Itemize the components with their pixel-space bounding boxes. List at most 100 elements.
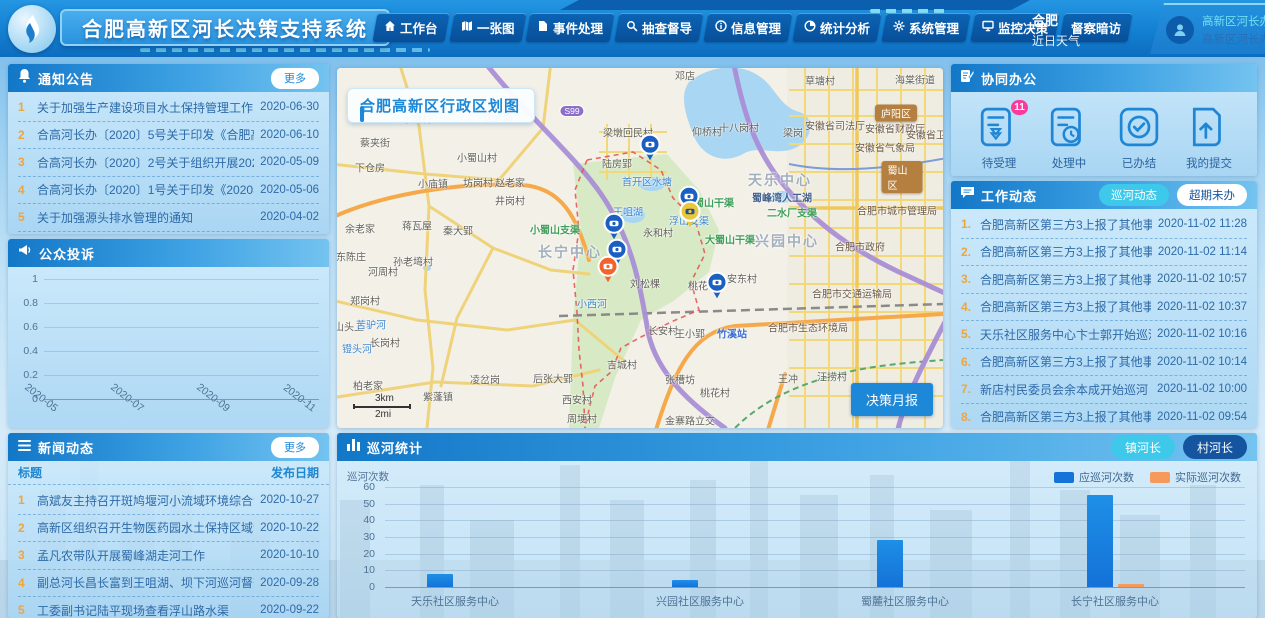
work-row[interactable]: 8.合肥高新区第三方3上报了其他事务2020-11-02 09:54 [961, 404, 1247, 429]
work-index: 2. [961, 245, 974, 259]
header-decor-band [560, 0, 1030, 10]
notices-panel: 通知公告 更多 1关于加强生产建设项目水土保持管理工作的函2020-06-302… [8, 64, 329, 234]
weather-widget[interactable]: 合肥 近日天气 [1032, 10, 1080, 49]
notice-row[interactable]: 1关于加强生产建设项目水土保持管理工作的函2020-06-30 [18, 94, 319, 122]
news-row[interactable]: 3孟凡农带队开展蜀峰湖走河工作2020-10-10 [18, 542, 319, 570]
weather-label: 近日天气 [1032, 32, 1080, 49]
notice-index: 1 [18, 100, 31, 114]
nav-item-6[interactable]: 统计分析 [793, 13, 882, 42]
notice-date: 2020-04-02 [260, 211, 319, 223]
complaints-gridline [44, 303, 319, 304]
map-marker-yellow[interactable] [678, 200, 702, 233]
nav-item-1[interactable]: 工作台 [372, 13, 449, 42]
complaints-gridline [44, 351, 319, 352]
work-row[interactable]: 3.合肥高新区第三方3上报了其他事务2020-11-02 10:57 [961, 266, 1247, 294]
news-row[interactable]: 2高新区组织召开生物医药园水土保持区域评估专家...2020-10-22 [18, 515, 319, 543]
horn-icon [18, 244, 32, 262]
patrol-bar-planned[interactable] [1087, 495, 1113, 587]
work-date: 2020-11-02 11:14 [1158, 246, 1247, 258]
patrol-gridline [385, 554, 1245, 555]
nav-item-label: 一张图 [477, 18, 515, 37]
patrol-role-inactive[interactable]: 村河长 [1183, 435, 1247, 459]
work-row[interactable]: 4.合肥高新区第三方3上报了其他事务2020-11-02 10:37 [961, 294, 1247, 322]
map-marker-blue[interactable] [638, 133, 662, 166]
news-title: 副总河长昌长富到王咀湖、坝下河巡河督查 [37, 574, 254, 591]
office-doc-hourglass-icon: 11 [978, 106, 1020, 148]
office-item[interactable]: 已办结 [1109, 106, 1169, 171]
notice-date: 2020-06-10 [260, 129, 319, 141]
patrol-bar-planned[interactable] [427, 574, 453, 587]
district-badge: 庐阳区 [875, 105, 917, 122]
work-index: 1. [961, 217, 974, 231]
work-date: 2020-11-02 10:16 [1157, 328, 1247, 340]
news-row[interactable]: 4副总河长昌长富到王咀湖、坝下河巡河督查2020-09-28 [18, 570, 319, 598]
work-title: 合肥高新区第三方3上报了其他事务 [980, 271, 1151, 288]
map-title-bar [360, 106, 364, 122]
work-index: 6. [961, 355, 974, 369]
decision-monthly-report-button[interactable]: 决策月报 [851, 383, 933, 416]
complaints-gridline [44, 327, 319, 328]
work-row[interactable]: 6.合肥高新区第三方3上报了其他事务2020-11-02 10:14 [961, 349, 1247, 377]
work-title: 合肥高新区第三方3上报了其他事务 [980, 298, 1151, 315]
app-logo[interactable] [8, 5, 56, 53]
district-map[interactable]: 五十墩村沈大郢小蜀山村蔡夹街下仓房小庙镇坊岗村赵老家井岗村余老家蒋瓦屋秦大郢东陈… [337, 68, 943, 428]
nav-item-2[interactable]: 一张图 [449, 13, 526, 42]
map-marker-orange[interactable] [596, 255, 620, 288]
notice-row[interactable]: 2合高河长办〔2020〕5号关于印发《合肥高新区河...2020-06-10 [18, 122, 319, 150]
user-chip[interactable]: 高新区河长办 高新区河长办 [1150, 3, 1265, 54]
patrol-ytick: 40 [345, 514, 375, 526]
news-title: 高斌友主持召开斑鸠堰河小流域环境综合治理工程... [37, 492, 254, 509]
notice-date: 2020-05-06 [260, 184, 319, 196]
nav-item-label: 抽查督导 [642, 18, 692, 37]
news-row[interactable]: 1高斌友主持召开斑鸠堰河小流域环境综合治理工程...2020-10-27 [18, 487, 319, 515]
notices-more-button[interactable]: 更多 [271, 68, 319, 89]
office-header: 协同办公 [951, 64, 1257, 92]
chat-icon [961, 186, 974, 204]
work-list: 1.合肥高新区第三方3上报了其他事务2020-11-02 11:282.合肥高新… [951, 209, 1257, 428]
patrol-category: 蜀麓社区服务中心 [861, 593, 949, 609]
work-tab-inactive[interactable]: 超期未办 [1177, 184, 1247, 206]
news-row[interactable]: 5工委副书记陆平现场查看浮山路水渠2020-09-22 [18, 597, 319, 618]
office-item[interactable]: 我的提交 [1179, 106, 1239, 171]
map-marker-blue[interactable] [705, 271, 729, 304]
office-item[interactable]: 11待受理 [969, 106, 1029, 171]
complaints-gridline [44, 279, 319, 280]
doc-pencil-icon [961, 69, 974, 87]
patrol-ytick: 30 [345, 531, 375, 543]
patrol-bar-planned[interactable] [877, 540, 903, 587]
notice-row[interactable]: 5关于加强源头排水管理的通知2020-04-02 [18, 204, 319, 232]
app-title: 合肥高新区河长决策支持系统 [82, 13, 368, 42]
bell-icon [18, 69, 31, 88]
nav-item-4[interactable]: 抽查督导 [614, 13, 703, 42]
work-row[interactable]: 7.新店村民委员会余本成开始巡河2020-11-02 10:00 [961, 376, 1247, 404]
work-row[interactable]: 1.合肥高新区第三方3上报了其他事务2020-11-02 11:28 [961, 211, 1247, 239]
list-icon [18, 438, 31, 456]
notice-row[interactable]: 3合高河长办〔2020〕2号关于组织开展2020年度高...2020-05-09 [18, 149, 319, 177]
patrol-ytick: 50 [345, 498, 375, 510]
district-badge: 蜀山区 [882, 161, 923, 193]
work-date: 2020-11-02 10:00 [1157, 383, 1247, 395]
nav-item-label: 系统管理 [909, 18, 959, 37]
work-row[interactable]: 5.天乐社区服务中心卞士郭开始巡河2020-11-02 10:16 [961, 321, 1247, 349]
patrol-bar-planned[interactable] [672, 580, 698, 587]
patrol-bar-actual[interactable] [1118, 584, 1144, 587]
nav-item-5[interactable]: 信息管理 [704, 13, 793, 42]
work-tab-active[interactable]: 巡河动态 [1099, 184, 1169, 206]
news-title: 高新区组织召开生物医药园水土保持区域评估专家... [37, 519, 254, 536]
nav-item-3[interactable]: 事件处理 [525, 13, 614, 42]
patrol-gridline [385, 537, 1245, 538]
patrol-ytick: 20 [345, 548, 375, 560]
patrol-role-active[interactable]: 镇河长 [1111, 435, 1175, 459]
map-title-card: 合肥高新区行政区划图 [347, 88, 535, 123]
nav-item-label: 事件处理 [553, 18, 603, 37]
nav-info-icon [715, 20, 727, 35]
notice-index: 2 [18, 128, 31, 142]
office-doc-clock-icon [1048, 106, 1090, 148]
notices-header: 通知公告 更多 [8, 64, 329, 92]
complaints-panel: 公众投诉 10.80.60.40.202020-052020-072020-09… [8, 239, 329, 428]
nav-item-7[interactable]: 系统管理 [882, 13, 971, 42]
news-more-button[interactable]: 更多 [271, 437, 319, 458]
office-item[interactable]: 处理中 [1039, 106, 1099, 171]
notice-row[interactable]: 4合高河长办〔2020〕1号关于印发《2020年度合肥...2020-05-06 [18, 177, 319, 205]
work-row[interactable]: 2.合肥高新区第三方3上报了其他事务2020-11-02 11:14 [961, 239, 1247, 267]
